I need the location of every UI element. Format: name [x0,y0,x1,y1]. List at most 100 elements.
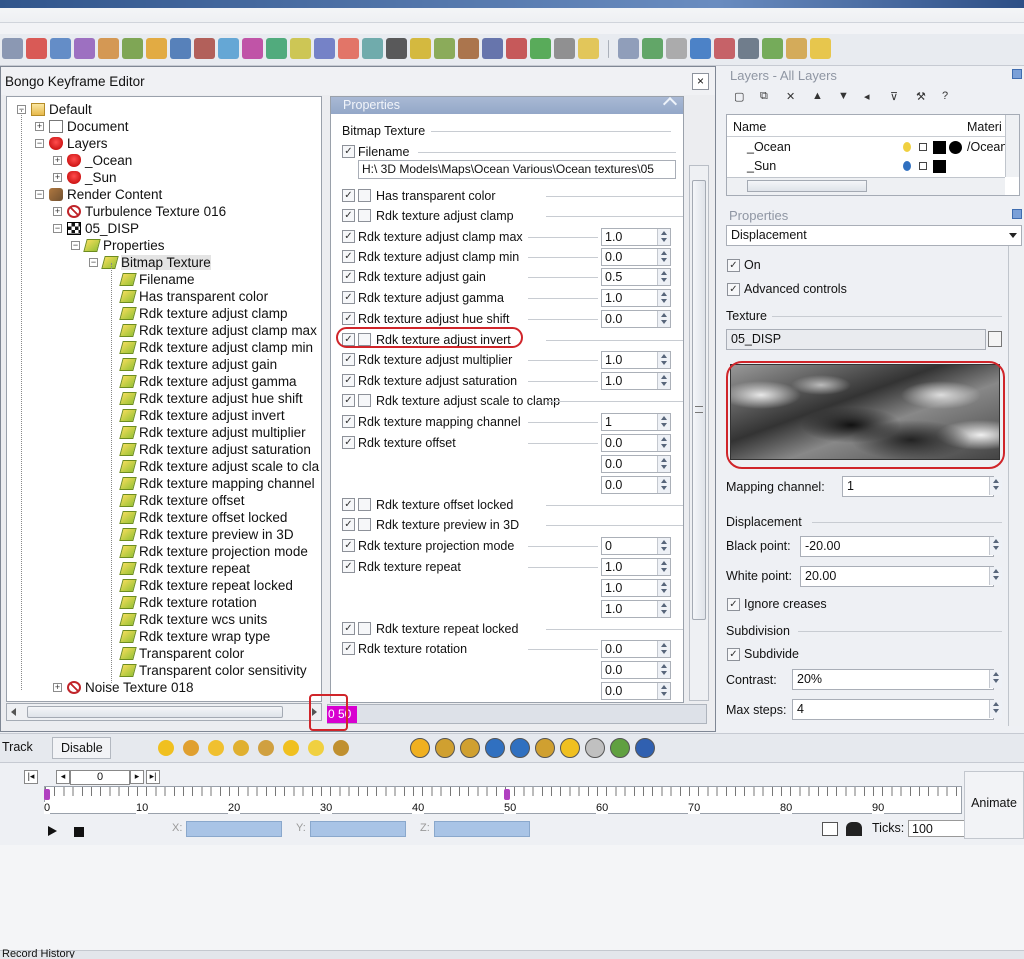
properties-vertical-scrollbar[interactable] [689,165,709,701]
spinner-arrows-icon[interactable] [657,662,670,678]
play-icon[interactable] [48,826,57,836]
toolbar-tool-icon[interactable] [554,38,575,59]
toolbar-tool-icon[interactable] [338,38,359,59]
tree-node[interactable]: Transparent color sensitivity [119,662,307,679]
tree-node[interactable]: − Properties [71,237,165,254]
row-checkbox[interactable]: ✓ [342,560,355,573]
frame-field[interactable]: 0 [70,770,130,785]
tree-node[interactable]: − Render Content [35,186,162,203]
bongo-tool-icon[interactable] [435,738,455,758]
x-field[interactable] [186,821,282,837]
toolbar-tool-icon[interactable] [218,38,239,59]
value-spinner[interactable]: 0.5 [601,268,671,286]
tree-expander-icon[interactable]: + [53,683,62,692]
bongo-tool-icon[interactable] [233,740,249,756]
toolbar-tool-icon[interactable] [26,38,47,59]
tree-node[interactable]: Rdk texture preview in 3D [119,526,294,543]
layers-hscroll[interactable] [727,177,1005,195]
timeline-last-button[interactable]: ▸| [146,770,160,784]
delete-icon[interactable]: ✕ [786,90,795,103]
tree-node[interactable]: Has transparent color [119,288,268,305]
tree-node[interactable]: Rdk texture adjust clamp max [119,322,317,339]
tree-node[interactable]: + _Ocean [53,152,132,169]
row-checkbox[interactable]: ✓ [342,353,355,366]
toolbar-tool-icon[interactable] [578,38,599,59]
tree-node[interactable]: − Bitmap Texture [89,254,211,271]
spinner-arrows-icon[interactable] [989,537,1002,555]
value-spinner[interactable]: 0 [601,537,671,555]
spinner-arrows[interactable] [988,537,1002,556]
value-checkbox[interactable] [358,189,371,202]
material-swatch[interactable] [949,141,962,154]
spinner-arrows-icon[interactable] [657,538,670,554]
tree-node[interactable]: Rdk texture offset [119,492,245,509]
toolbar-tool-icon[interactable] [74,38,95,59]
toolbar-tool-icon[interactable] [2,38,23,59]
spinner-arrows-icon[interactable] [989,700,1002,718]
disable-button[interactable]: Disable [52,737,111,759]
texture-field[interactable]: 05_DISP [726,329,986,350]
toolbar-tool-icon[interactable] [738,38,759,59]
toolbar-tool-icon[interactable] [98,38,119,59]
scroll-thumb[interactable] [747,180,867,192]
toolbar-tool-icon[interactable] [666,38,687,59]
spinner-arrows-icon[interactable] [657,373,670,389]
toolbar-tool-icon[interactable] [618,38,639,59]
toolbar-tool-icon[interactable] [690,38,711,59]
tree-node[interactable]: − 05_DISP [53,220,139,237]
animate-button[interactable]: Animate [964,771,1024,839]
bongo-tool-icon[interactable] [510,738,530,758]
spinner-arrows-icon[interactable] [657,559,670,575]
toolbar-tool-icon[interactable] [170,38,191,59]
tree-node[interactable]: Transparent color [119,645,244,662]
spinner-arrows-icon[interactable] [657,641,670,657]
value-checkbox[interactable] [358,394,371,407]
row-checkbox[interactable]: ✓ [342,312,355,325]
timeline-first-button[interactable]: |◂ [24,770,38,784]
bongo-tool-icon[interactable] [158,740,174,756]
tree-node[interactable]: + _Sun [53,169,117,186]
bongo-tool-icon[interactable] [308,740,324,756]
tree-node[interactable]: Rdk texture offset locked [119,509,287,526]
spinner-arrows[interactable] [988,670,1002,689]
color-swatch[interactable] [933,141,946,154]
timeline-ruler[interactable] [44,786,962,814]
curve-tool-icon[interactable] [846,822,862,836]
value-checkbox[interactable] [358,518,371,531]
value-spinner[interactable]: 1.0 [601,289,671,307]
spinner-arrows-icon[interactable] [657,435,670,451]
scroll-thumb[interactable] [692,180,706,620]
toolbar-tool-icon[interactable] [410,38,431,59]
value-spinner[interactable]: 1.0 [601,558,671,576]
tree-node[interactable]: Rdk texture rotation [119,594,257,611]
tree-node[interactable]: Rdk texture repeat [119,560,250,577]
tree-horizontal-scrollbar[interactable] [6,703,322,721]
y-field[interactable] [310,821,406,837]
layer-name[interactable]: _Sun [747,159,776,173]
value-spinner[interactable]: 1 [601,413,671,431]
tree-node[interactable]: Rdk texture adjust invert [119,407,285,424]
on-checkbox[interactable]: ✓ [727,259,740,272]
close-icon[interactable]: × [692,73,709,90]
tree-node[interactable]: Rdk texture adjust gamma [119,373,297,390]
tree-node[interactable]: Rdk texture adjust clamp min [119,339,313,356]
timeline-next-button[interactable]: ▸ [130,770,144,784]
row-checkbox[interactable]: ✓ [342,291,355,304]
bongo-tool-icon[interactable] [585,738,605,758]
move-up-icon[interactable]: ▲ [812,90,823,102]
tree-expander-icon[interactable]: − [53,224,62,233]
toolbar-tool-icon[interactable] [714,38,735,59]
tree-expander-icon[interactable]: − [35,139,44,148]
tree-node[interactable]: Rdk texture mapping channel [119,475,315,492]
filename-checkbox[interactable]: ✓ [342,145,355,158]
key-tool-icon[interactable] [822,822,838,836]
filename-field[interactable]: H:\ 3D Models\Maps\Ocean Various\Ocean t… [358,160,676,179]
row-checkbox[interactable]: ✓ [342,230,355,243]
tree-node[interactable]: Rdk texture wrap type [119,628,270,645]
panel-grip-icon[interactable] [1012,69,1022,79]
spinner-arrows-icon[interactable] [657,580,670,596]
row-checkbox[interactable]: ✓ [342,518,355,531]
row-checkbox[interactable]: ✓ [342,498,355,511]
spinner-arrows-icon[interactable] [989,567,1002,585]
max-steps-field[interactable]: 4 [792,699,994,720]
